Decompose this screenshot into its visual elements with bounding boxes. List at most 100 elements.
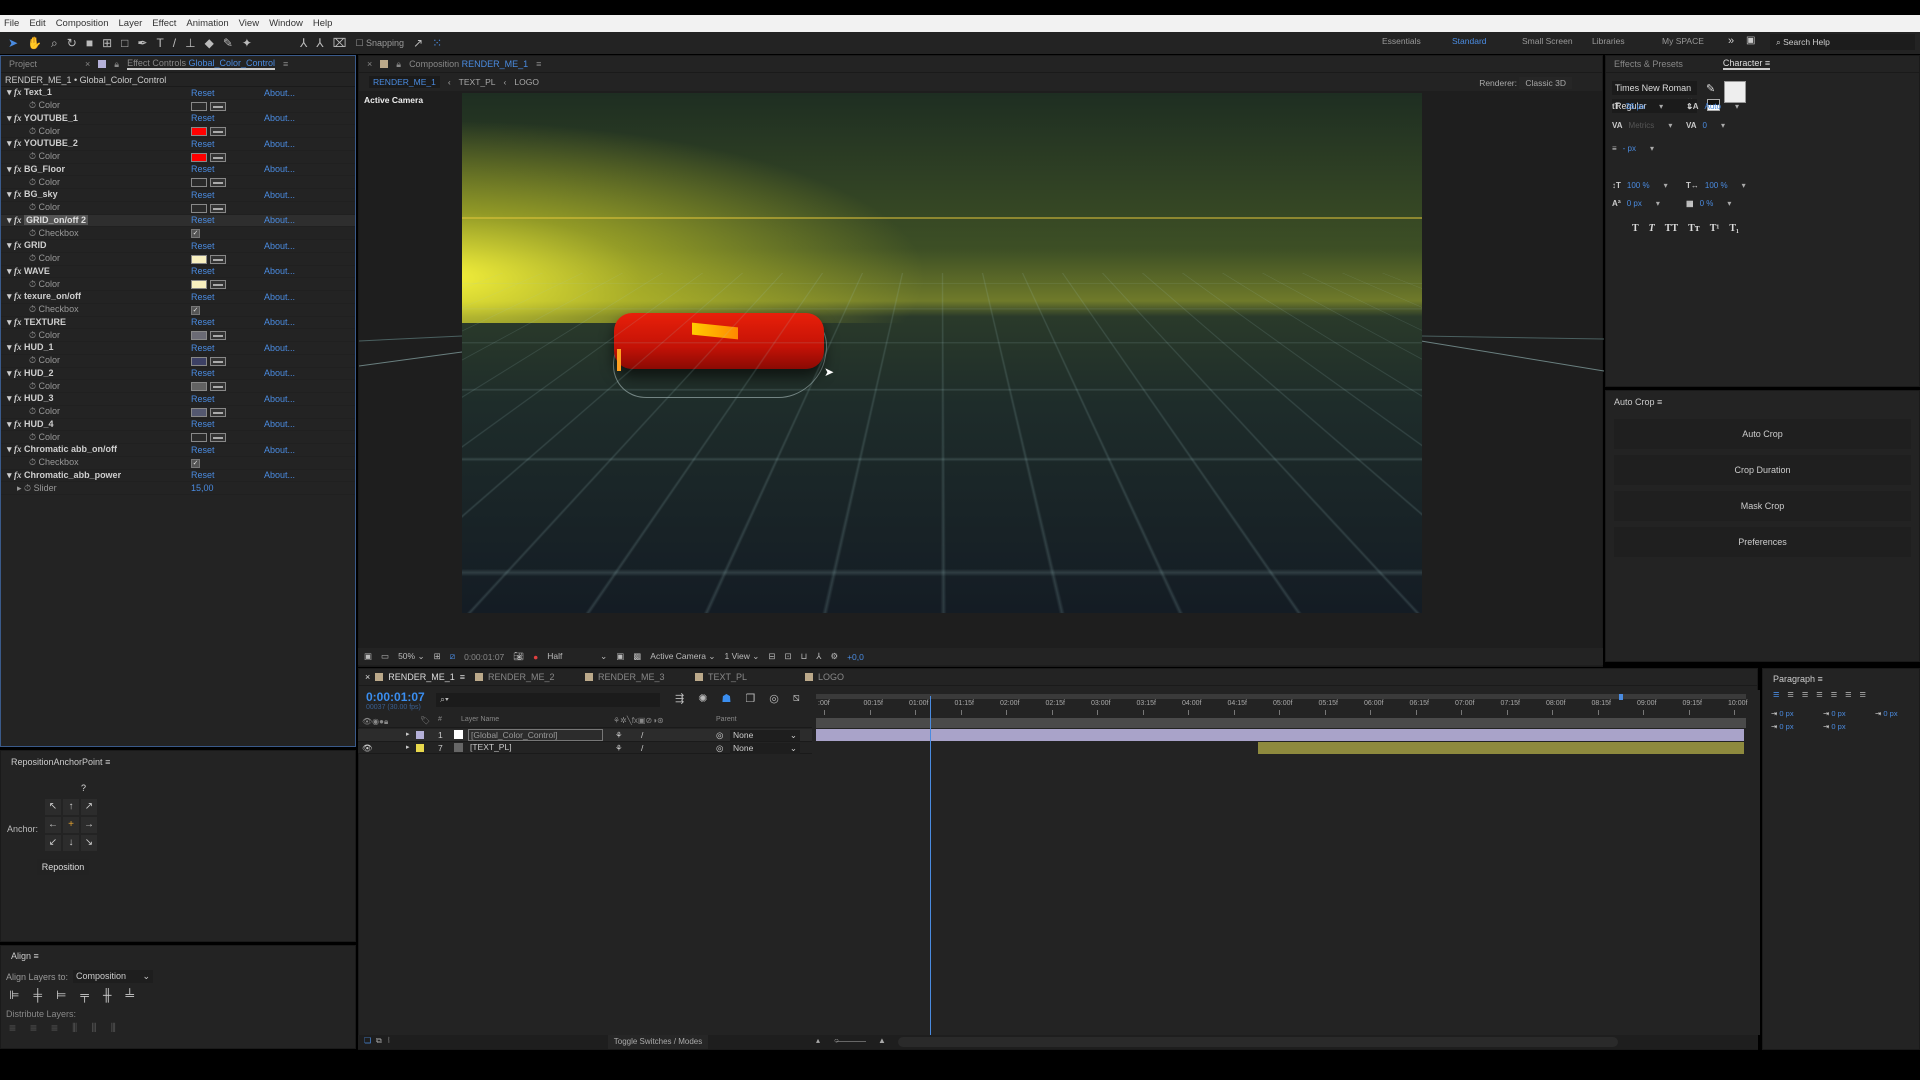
reset-link[interactable]: Reset (191, 113, 215, 123)
time-navigator[interactable] (816, 694, 1746, 699)
anchor-direction-button[interactable]: ← (45, 817, 61, 833)
effect-header[interactable]: ▾ fx YOUTUBE_2 (7, 138, 78, 149)
always-preview-icon[interactable]: ▣ (364, 651, 372, 662)
workspace-small-screen[interactable]: Small Screen (1522, 36, 1592, 46)
menu-view[interactable]: View (239, 18, 259, 29)
character-leading-field[interactable]: ⇕A Auto ▾ (1686, 102, 1739, 111)
stopwatch-icon[interactable]: ⏱︎ (29, 253, 36, 263)
effect-row[interactable]: ▾ fx GRID_on/off 2 Reset About... (1, 214, 355, 228)
eyedropper-icon[interactable] (210, 254, 226, 264)
color-swatch[interactable] (191, 331, 207, 341)
effect-header[interactable]: ▾ fx Chromatic abb_on/off (7, 444, 117, 455)
eyedropper-icon[interactable] (210, 101, 226, 111)
resolution-dropdown[interactable]: Half ⌄ (547, 651, 607, 662)
current-time-display[interactable]: 0:00:01:07 (464, 652, 504, 662)
layer-search-input[interactable]: ⌕▾ (436, 693, 660, 707)
rectangle-tool-icon[interactable]: □ (121, 36, 128, 50)
workspace-standard[interactable]: Standard (1452, 36, 1522, 46)
layer-switches-icon[interactable]: ❏ (364, 1036, 371, 1045)
color-swatch[interactable] (191, 127, 207, 137)
layer-duration-bar[interactable] (816, 729, 1744, 741)
timeline-tab[interactable]: TEXT_PL (695, 672, 805, 682)
tab-composition[interactable]: Composition RENDER_ME_1 (409, 59, 528, 69)
color-channels-icon[interactable]: ● (533, 652, 538, 662)
about-link[interactable]: About... (264, 215, 295, 225)
fill-color-swatch[interactable] (1724, 81, 1746, 103)
character-vscale-field[interactable]: ↕T 100 % ▾ (1612, 181, 1668, 190)
color-swatch[interactable] (191, 203, 207, 213)
effect-header[interactable]: ▾ fx YOUTUBE_1 (7, 113, 78, 124)
effect-header[interactable]: ▾ fx Text_1 (7, 87, 52, 98)
label-color[interactable] (416, 731, 424, 739)
reset-link[interactable]: Reset (191, 164, 215, 174)
workspace-libraries[interactable]: Libraries (1592, 36, 1662, 46)
local-axis-icon[interactable]: ⅄ (300, 36, 307, 50)
tab-effects-presets[interactable]: Effects & Presets (1614, 59, 1683, 69)
stopwatch-icon[interactable]: ⏱︎ (29, 177, 36, 187)
text-style-button[interactable]: T (1649, 223, 1655, 234)
chevron-down-icon[interactable]: ▾ (1721, 121, 1725, 130)
vscale-value[interactable]: 100 % (1627, 181, 1650, 190)
reset-link[interactable]: Reset (191, 445, 215, 455)
layer-name-column-header[interactable]: Layer Name (461, 716, 499, 723)
align-left-icon[interactable]: ⊫ (9, 988, 19, 1002)
anchor-direction-button[interactable]: ↗ (81, 799, 97, 815)
stopwatch-icon[interactable]: ⏱︎ (29, 151, 36, 161)
color-swatch[interactable] (191, 101, 207, 111)
color-swatch[interactable] (191, 382, 207, 392)
timeline-icon[interactable]: ⊔ (801, 651, 808, 662)
stopwatch-icon[interactable]: ⏱︎ (29, 406, 36, 416)
effect-row[interactable]: ▾ fx texure_on/off Reset About... (1, 291, 355, 304)
effect-header[interactable]: ▾ fx GRID_on/off 2 (7, 214, 89, 226)
magnification-dropdown[interactable]: 50% ⌄ (398, 651, 425, 662)
eyedropper-icon[interactable] (210, 203, 226, 213)
menu-layer[interactable]: Layer (119, 18, 143, 29)
indent-value[interactable]: 0 px (1831, 722, 1845, 731)
menu-help[interactable]: Help (313, 18, 333, 29)
twirl-icon[interactable]: ▸ (406, 743, 410, 751)
leading-value[interactable]: Auto (1704, 102, 1720, 111)
effect-header[interactable]: ▾ fx BG_Floor (7, 164, 65, 175)
effect-row[interactable]: ▾ fx YOUTUBE_2 Reset About... (1, 138, 355, 151)
about-link[interactable]: About... (264, 241, 295, 251)
about-link[interactable]: About... (264, 445, 295, 455)
reset-link[interactable]: Reset (191, 317, 215, 327)
tab-project[interactable]: Project (9, 59, 37, 69)
selection-tool-icon[interactable]: ➤ (8, 36, 18, 50)
crop-duration-button[interactable]: Crop Duration (1614, 455, 1911, 485)
pickwhip-icon[interactable]: ◎ (716, 730, 723, 741)
anchor-direction-button[interactable]: ↑ (63, 799, 79, 815)
align-hcenter-icon[interactable]: ╪ (33, 988, 42, 1002)
character-tracking-field[interactable]: VA 0 ▾ (1686, 121, 1725, 130)
menu-file[interactable]: File (4, 18, 19, 29)
effect-row[interactable]: ▾ fx YOUTUBE_1 Reset About... (1, 113, 355, 126)
chevron-down-icon[interactable]: ▾ (1659, 102, 1663, 111)
reposition-button[interactable]: Reposition (37, 859, 89, 875)
stopwatch-icon[interactable]: ⏱︎ (29, 355, 36, 365)
stopwatch-icon[interactable]: ⏱︎ (29, 279, 36, 289)
effect-header[interactable]: ▾ fx texure_on/off (7, 291, 81, 302)
kerning-value[interactable]: Metrics (1629, 121, 1655, 130)
timeline-tab[interactable]: RENDER_ME_3 (585, 672, 695, 682)
effect-row[interactable]: ▾ fx TEXTURE Reset About... (1, 317, 355, 330)
reset-link[interactable]: Reset (191, 470, 215, 480)
justify-last-left-icon[interactable]: ≡ (1816, 689, 1822, 701)
reset-link[interactable]: Reset (191, 343, 215, 353)
view-axis-icon[interactable]: ⌧ (333, 36, 347, 50)
panel-menu-icon[interactable]: ≡ (536, 59, 541, 69)
about-link[interactable]: About... (264, 343, 295, 353)
effect-row[interactable]: ▾ fx WAVE Reset About... (1, 266, 355, 279)
breadcrumb-item[interactable]: LOGO (514, 77, 539, 87)
chevron-down-icon[interactable]: ▾ (1656, 199, 1660, 208)
transparency-grid-icon[interactable]: ▩ (633, 651, 641, 662)
menu-edit[interactable]: Edit (29, 18, 45, 29)
reset-link[interactable]: Reset (191, 241, 215, 251)
indent-value[interactable]: 0 px (1779, 722, 1793, 731)
zoom-in-icon[interactable]: ▲ (878, 1036, 886, 1045)
chevron-down-icon[interactable]: ▾ (1727, 199, 1731, 208)
about-link[interactable]: About... (264, 292, 295, 302)
frame-blending-icon[interactable]: ❐ (745, 692, 755, 705)
workspace-my-space[interactable]: My SPACE (1662, 36, 1732, 46)
font-family-dropdown[interactable]: Times New Roman ⌄ (1612, 81, 1697, 103)
tsume-value[interactable]: 0 % (1700, 199, 1714, 208)
